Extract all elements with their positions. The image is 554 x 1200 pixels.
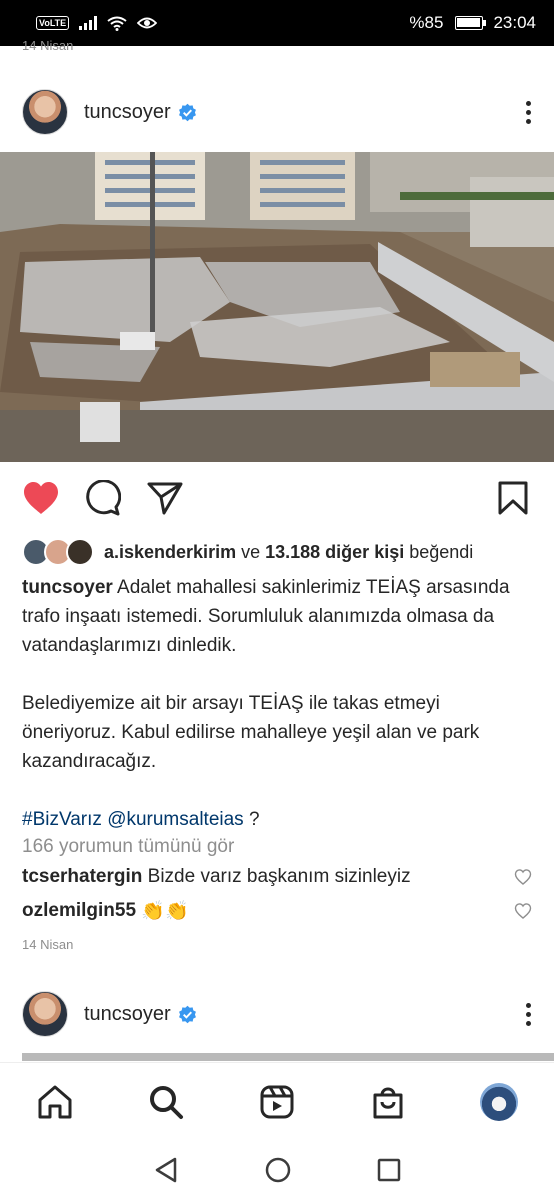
- hashtag-link[interactable]: #BizVarız: [22, 809, 102, 830]
- bottom-nav: [0, 1062, 554, 1140]
- heart-icon: [24, 482, 58, 514]
- avatar[interactable]: [22, 991, 68, 1037]
- post-username[interactable]: tuncsoyer: [84, 1003, 171, 1026]
- post-action-bar: [22, 478, 532, 518]
- view-all-comments-link[interactable]: 166 yorumun tümünü gör: [22, 836, 234, 858]
- like-button[interactable]: [22, 479, 60, 517]
- nav-reels[interactable]: [253, 1078, 301, 1126]
- comment-like-heart-icon[interactable]: [514, 903, 532, 919]
- eye-comfort-icon: [137, 17, 158, 29]
- comment-username[interactable]: ozlemilgin55: [22, 900, 136, 922]
- caption-tail: ?: [248, 809, 260, 830]
- clock: 23:04: [493, 13, 536, 32]
- liker-avatars: [22, 538, 94, 566]
- comment-icon: [86, 480, 121, 516]
- comment-row: tcserhatergin Bizde varız başkanım sizin…: [22, 866, 532, 888]
- comment-text: Bizde varız başkanım sizinleyiz: [147, 866, 411, 887]
- nav-shop[interactable]: [364, 1078, 412, 1126]
- battery-percent: %85: [409, 13, 444, 32]
- verified-badge-icon: [178, 1005, 196, 1023]
- avatar: [66, 538, 94, 566]
- status-bar: VoLTE %85 23:04: [0, 0, 554, 46]
- caption-paragraph-2: Belediyemize ait bir arsayı TEİAŞ ile ta…: [22, 693, 480, 772]
- likes-joiner: ve: [241, 541, 261, 562]
- back-icon[interactable]: [153, 1156, 179, 1184]
- home-icon: [38, 1085, 72, 1118]
- post-header: tuncsoyer: [0, 82, 554, 142]
- system-navigation-bar: [0, 1140, 554, 1200]
- battery-icon: [455, 16, 487, 30]
- likes-summary[interactable]: a.iskenderkirim ve 13.188 diğer kişi beğ…: [22, 538, 473, 566]
- mention-link[interactable]: @kurumsalteias: [107, 809, 244, 830]
- comment-like-heart-icon[interactable]: [514, 869, 532, 885]
- verified-badge-icon: [178, 103, 196, 121]
- home-circle-icon[interactable]: [264, 1156, 292, 1184]
- reels-icon: [260, 1085, 294, 1118]
- likes-suffix: beğendi: [409, 541, 474, 562]
- signal-icon: [79, 16, 98, 30]
- shop-icon: [373, 1087, 403, 1118]
- nav-profile[interactable]: [475, 1078, 523, 1126]
- wifi-icon: [107, 16, 127, 31]
- nav-search[interactable]: [142, 1078, 190, 1126]
- comment-button[interactable]: [84, 479, 122, 517]
- caption-username[interactable]: tuncsoyer: [22, 577, 113, 598]
- next-post-photo[interactable]: [22, 1053, 554, 1061]
- share-icon: [147, 482, 183, 515]
- nav-home[interactable]: [31, 1078, 79, 1126]
- volte-indicator: VoLTE: [36, 16, 70, 30]
- post-date: 14 Nisan: [22, 937, 74, 952]
- comment-row: ozlemilgin55 👏👏: [22, 899, 532, 923]
- avatar[interactable]: [22, 89, 68, 135]
- likes-others[interactable]: 13.188 diğer kişi: [265, 542, 404, 563]
- post-caption: tuncsoyer Adalet mahallesi sakinlerimiz …: [22, 573, 537, 863]
- previous-post-date: 14 Nisan: [22, 38, 74, 53]
- next-post-header: tuncsoyer: [0, 984, 554, 1044]
- more-options-icon[interactable]: [524, 100, 532, 124]
- comment-username[interactable]: tcserhatergin: [22, 866, 142, 888]
- post-photo[interactable]: [0, 152, 554, 462]
- liker-username[interactable]: a.iskenderkirim: [104, 542, 236, 563]
- search-icon: [150, 1085, 184, 1119]
- share-button[interactable]: [146, 479, 184, 517]
- profile-avatar: [479, 1082, 518, 1121]
- bookmark-icon: [498, 481, 528, 515]
- post-username[interactable]: tuncsoyer: [84, 101, 171, 124]
- comment-text: 👏👏: [141, 901, 189, 922]
- recents-icon[interactable]: [377, 1158, 401, 1182]
- save-button[interactable]: [494, 479, 532, 517]
- more-options-icon[interactable]: [524, 1002, 532, 1026]
